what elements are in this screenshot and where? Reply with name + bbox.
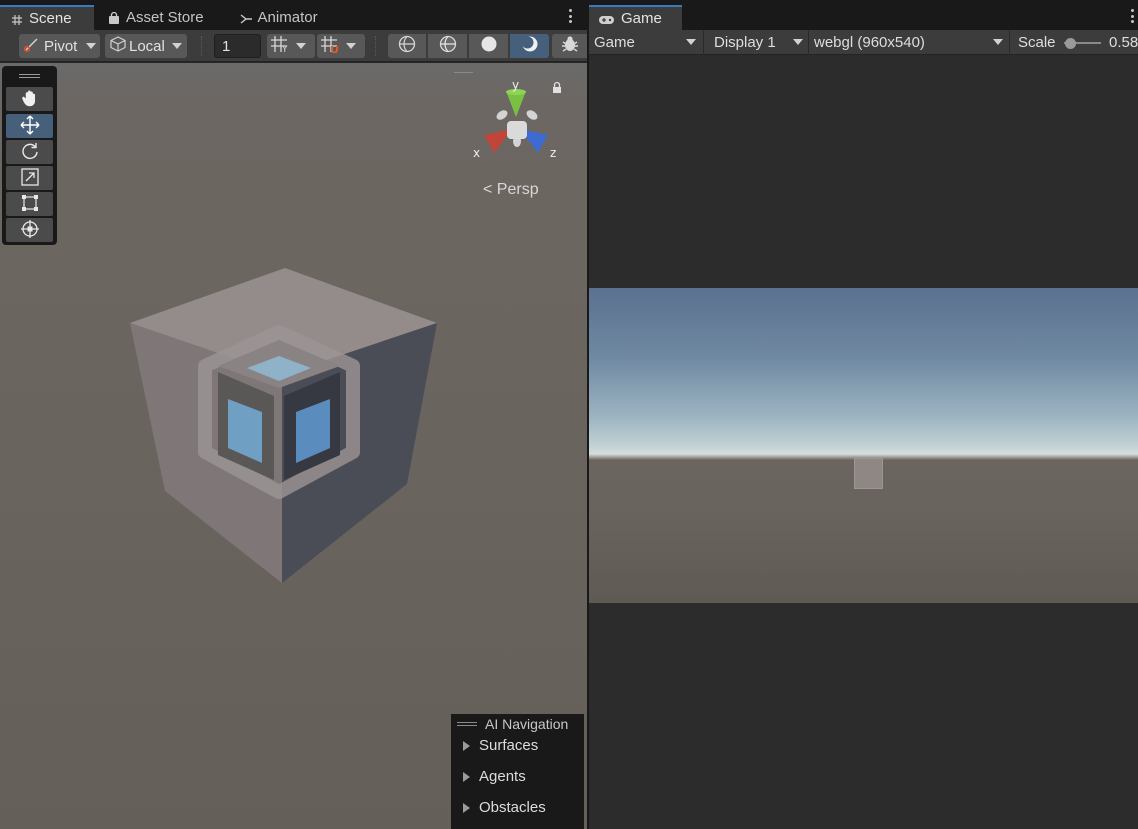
ai-nav-item-label: Surfaces	[479, 737, 539, 754]
toolbar-separator	[375, 36, 377, 56]
ai-nav-item-agents[interactable]: Agents	[463, 768, 526, 785]
gamepad-icon	[598, 13, 615, 25]
ai-navigation-overlay: AI Navigation Surfaces Agents Obstacles	[451, 714, 584, 829]
scale-slider[interactable]	[1064, 38, 1101, 49]
chevron-down-icon	[993, 39, 1003, 45]
display-dropdown[interactable]: Display 1	[714, 30, 808, 55]
shaded-sphere-icon	[480, 35, 498, 57]
game-view-render[interactable]	[589, 288, 1138, 603]
scene-toolbar: Pivot Local 1 Y	[0, 30, 587, 62]
bug-icon	[560, 34, 580, 58]
space-label: Local	[129, 37, 165, 55]
game-mode-label: Game	[594, 34, 635, 51]
display-label: Display 1	[714, 34, 776, 51]
scene-more-options-icon[interactable]	[568, 9, 572, 23]
svg-text:Y: Y	[281, 45, 288, 53]
tab-game[interactable]: Game	[589, 5, 682, 30]
tab-asset-store-label: Asset Store	[126, 9, 204, 26]
grid-snap-increment-field[interactable]: 1	[214, 34, 261, 58]
ai-nav-item-label: Obstacles	[479, 799, 546, 816]
tab-animator[interactable]: Animator	[214, 5, 328, 30]
ai-nav-item-label: Agents	[479, 768, 526, 785]
grid-icon	[11, 13, 23, 25]
chevron-down-icon	[296, 43, 306, 49]
ai-nav-item-obstacles[interactable]: Obstacles	[463, 799, 546, 816]
scene-tabbar: Scene Asset Store Animator	[0, 0, 587, 30]
tab-scene-label: Scene	[29, 10, 72, 27]
local-space-icon	[109, 35, 127, 57]
toolbar-separator	[703, 30, 704, 55]
expand-triangle-icon	[463, 771, 470, 782]
game-cube-object	[854, 458, 883, 489]
grid-visibility-button[interactable]: Y	[267, 34, 315, 58]
shaded-wireframe-button[interactable]	[428, 34, 467, 58]
unlit-shading-button[interactable]	[510, 34, 549, 58]
shopping-bag-icon	[108, 11, 120, 24]
game-window: Game Game Display 1 webgl (960x540) Scal…	[589, 0, 1138, 829]
chevron-down-icon	[346, 43, 356, 49]
grid-snap-icon	[320, 35, 340, 57]
ai-nav-item-surfaces[interactable]: Surfaces	[463, 737, 538, 754]
space-dropdown[interactable]: Local	[105, 34, 187, 58]
shaded-button[interactable]	[469, 34, 508, 58]
toolbar-separator	[201, 36, 203, 56]
scale-label: Scale	[1018, 34, 1056, 51]
game-tabbar: Game	[589, 0, 1138, 30]
chevron-down-icon	[686, 39, 696, 45]
expand-triangle-icon	[463, 740, 470, 751]
resolution-label: webgl (960x540)	[814, 34, 925, 51]
shaded-wireframe-sphere-icon	[439, 35, 457, 57]
game-more-options-icon[interactable]	[1130, 9, 1134, 23]
game-toolbar: Game Display 1 webgl (960x540) Scale 0.5…	[589, 30, 1138, 55]
scene-window: Scene Asset Store Animator Pivot Local 1…	[0, 0, 587, 829]
toolbar-separator	[808, 30, 809, 55]
scene-viewport[interactable]: y x z < Persp AI Navigation Surfaces Age…	[0, 63, 587, 829]
chevron-down-icon	[171, 43, 182, 49]
tab-scene[interactable]: Scene	[0, 5, 94, 30]
debug-draw-mode-button[interactable]	[552, 34, 587, 58]
wireframe-sphere-icon	[398, 35, 416, 57]
drag-handle-icon[interactable]	[457, 722, 477, 726]
animator-icon	[240, 12, 252, 24]
wireframe-shading-button[interactable]	[388, 34, 426, 58]
scale-value: 0.58	[1109, 34, 1138, 51]
grid-visibility-icon: Y	[270, 35, 290, 57]
moon-sphere-icon	[521, 35, 539, 57]
chevron-down-icon	[86, 43, 97, 49]
toolbar-separator	[1009, 30, 1010, 55]
pivot-icon	[23, 35, 41, 57]
tab-game-label: Game	[621, 10, 662, 27]
resolution-dropdown[interactable]: webgl (960x540)	[814, 30, 1004, 55]
ai-navigation-title: AI Navigation	[485, 716, 569, 732]
scale-slider-thumb[interactable]	[1065, 38, 1077, 49]
grid-snap-button[interactable]	[317, 34, 365, 58]
tab-animator-label: Animator	[257, 9, 318, 26]
game-mode-dropdown[interactable]: Game	[594, 30, 698, 55]
chevron-down-icon	[793, 39, 803, 45]
pivot-dropdown[interactable]: Pivot	[19, 34, 100, 58]
expand-triangle-icon	[463, 802, 470, 813]
pivot-label: Pivot	[44, 37, 78, 55]
grid-snap-value: 1	[222, 37, 231, 55]
tab-asset-store[interactable]: Asset Store	[94, 5, 214, 30]
